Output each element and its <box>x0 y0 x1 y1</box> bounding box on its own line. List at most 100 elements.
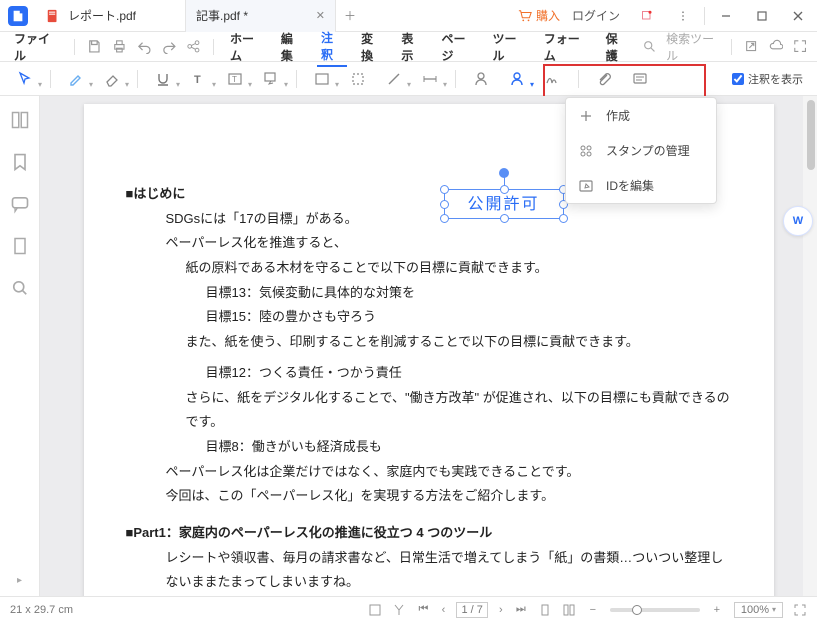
dropdown-create[interactable]: 作成 <box>566 98 716 133</box>
zoom-slider-knob[interactable] <box>632 605 642 615</box>
prev-page-icon[interactable]: ‹ <box>436 603 450 617</box>
login-link[interactable]: ログイン <box>572 7 620 24</box>
resize-handle[interactable] <box>500 214 509 223</box>
scrollbar-track[interactable] <box>803 96 817 596</box>
search-rail-icon[interactable] <box>10 278 30 298</box>
app-logo-icon <box>8 6 28 26</box>
doc-text: 目標15：陸の豊かさも守ろう <box>126 305 732 330</box>
close-button[interactable] <box>783 3 813 29</box>
resize-handle[interactable] <box>440 185 449 194</box>
select-tool-icon[interactable]: ▾ <box>14 68 36 90</box>
minimize-button[interactable] <box>711 3 741 29</box>
first-page-icon[interactable]: ⏮ <box>416 603 430 617</box>
zoom-in-icon[interactable]: + <box>710 603 724 617</box>
doc-text: ペーパーレス化は企業だけではなく、家庭内でも実践できることです。 <box>126 460 732 485</box>
resize-handle[interactable] <box>559 214 568 223</box>
dropdown-edit-id[interactable]: IDを編集 <box>566 168 716 203</box>
close-icon[interactable]: ✕ <box>316 9 325 22</box>
left-rail: ▸ <box>0 96 40 596</box>
text-tool-icon[interactable]: T▾ <box>188 68 210 90</box>
menu-view[interactable]: 表示 <box>397 27 427 67</box>
resize-handle[interactable] <box>440 214 449 223</box>
cart-icon <box>518 9 532 23</box>
comment-list-icon[interactable] <box>629 68 651 90</box>
stamp-tool-icon[interactable]: ▾ <box>506 68 528 90</box>
doc-text: 今回は、この「ペーパーレス化」を実現する方法をご紹介します。 <box>126 484 732 509</box>
signature-tool-icon[interactable] <box>542 68 564 90</box>
print-icon[interactable] <box>112 39 127 55</box>
dropdown-manage-stamps[interactable]: スタンプの管理 <box>566 133 716 168</box>
callout-tool-icon[interactable]: ▾ <box>260 68 282 90</box>
zoom-value[interactable]: 100%▾ <box>734 602 783 618</box>
doc-text: 目標8：働きがいも経済成長も <box>126 435 732 460</box>
thumbnails-icon[interactable] <box>10 110 30 130</box>
undo-icon[interactable] <box>137 39 152 55</box>
fullscreen-icon[interactable] <box>793 603 807 617</box>
rail-expand-icon[interactable]: ▸ <box>17 575 22 586</box>
svg-text:T: T <box>194 74 201 86</box>
stamp-person-icon[interactable] <box>470 68 492 90</box>
menu-annotate[interactable]: 注釈 <box>317 26 347 67</box>
scrollbar-thumb[interactable] <box>807 100 815 170</box>
menu-convert[interactable]: 変換 <box>357 27 387 67</box>
show-annotations-checkbox[interactable] <box>732 73 744 85</box>
last-page-icon[interactable]: ⏭ <box>514 603 528 617</box>
show-annotations-toggle[interactable]: 注釈を表示 <box>732 71 803 87</box>
menu-protect[interactable]: 保護 <box>602 27 632 67</box>
word-badge-icon[interactable]: W <box>783 206 813 236</box>
measure-tool-icon[interactable]: ▾ <box>419 68 441 90</box>
menu-form[interactable]: フォーム <box>540 27 592 67</box>
buy-link[interactable]: 購入 <box>518 7 560 24</box>
pdf-icon <box>46 9 60 23</box>
resize-handle[interactable] <box>440 200 449 209</box>
zoom-out-icon[interactable]: − <box>586 603 600 617</box>
stamp-object[interactable]: 公開許可 <box>444 189 564 219</box>
redo-icon[interactable] <box>162 39 177 55</box>
doc-text: レシートや領収書、毎月の請求書など、日常生活で増えてしまう「紙」の書類…ついつい… <box>126 546 732 595</box>
fit-page-icon[interactable] <box>368 603 382 617</box>
more-icon[interactable] <box>668 3 698 29</box>
next-page-icon[interactable]: › <box>494 603 508 617</box>
menu-file[interactable]: ファイル <box>10 27 62 67</box>
comment-icon[interactable] <box>10 194 30 214</box>
search-placeholder[interactable]: 検索ツール <box>666 30 719 64</box>
eraser-tool-icon[interactable]: ▾ <box>101 68 123 90</box>
note-tool-icon[interactable]: ▾ <box>311 68 333 90</box>
line-tool-icon[interactable]: ▾ <box>383 68 405 90</box>
maximize-button[interactable] <box>747 3 777 29</box>
hand-tool-icon[interactable] <box>392 603 406 617</box>
attachment-rail-icon[interactable] <box>10 236 30 256</box>
plus-icon <box>578 108 594 124</box>
expand-icon[interactable] <box>793 39 807 55</box>
underline-tool-icon[interactable]: ▾ <box>152 68 174 90</box>
highlight-tool-icon[interactable]: ▾ <box>65 68 87 90</box>
menu-bar: ファイル ホーム 編集 注釈 変換 表示 ページ ツール フォーム 保護 検索ツ… <box>0 32 817 62</box>
resize-handle[interactable] <box>500 185 509 194</box>
svg-text:T: T <box>232 75 237 84</box>
search-icon[interactable] <box>642 39 656 55</box>
menu-tool[interactable]: ツール <box>488 27 529 67</box>
page-indicator[interactable]: 1 / 7 <box>456 602 487 618</box>
menu-edit[interactable]: 編集 <box>277 27 307 67</box>
menu-page[interactable]: ページ <box>437 27 478 67</box>
cloud-icon[interactable] <box>769 39 783 55</box>
doc-text: たとえば、購読している新聞や雑誌などはデジタル版に切り替えることで紙を減らすこと… <box>126 595 732 596</box>
single-page-icon[interactable] <box>538 603 552 617</box>
doc-text: 紙の原料である木材を守ることで以下の目標に貢献できます。 <box>126 256 732 281</box>
rotate-handle[interactable] <box>499 168 509 178</box>
area-tool-icon[interactable] <box>347 68 369 90</box>
continuous-page-icon[interactable] <box>562 603 576 617</box>
doc-text: ■Part1：家庭内のペーパーレス化の推進に役立つ 4 つのツール <box>126 521 732 546</box>
grid-icon <box>578 143 594 159</box>
bookmark-icon[interactable] <box>10 152 30 172</box>
share-icon[interactable] <box>186 39 201 55</box>
save-icon[interactable] <box>87 39 102 55</box>
notifications-icon[interactable] <box>632 3 662 29</box>
attachment-tool-icon[interactable] <box>593 68 615 90</box>
doc-text: 目標12：つくる責任・つかう責任 <box>126 361 732 386</box>
add-tab-button[interactable]: ＋ <box>336 7 364 24</box>
menu-home[interactable]: ホーム <box>226 27 267 67</box>
open-external-icon[interactable] <box>744 39 758 55</box>
zoom-slider[interactable] <box>610 608 700 612</box>
textbox-tool-icon[interactable]: T▾ <box>224 68 246 90</box>
